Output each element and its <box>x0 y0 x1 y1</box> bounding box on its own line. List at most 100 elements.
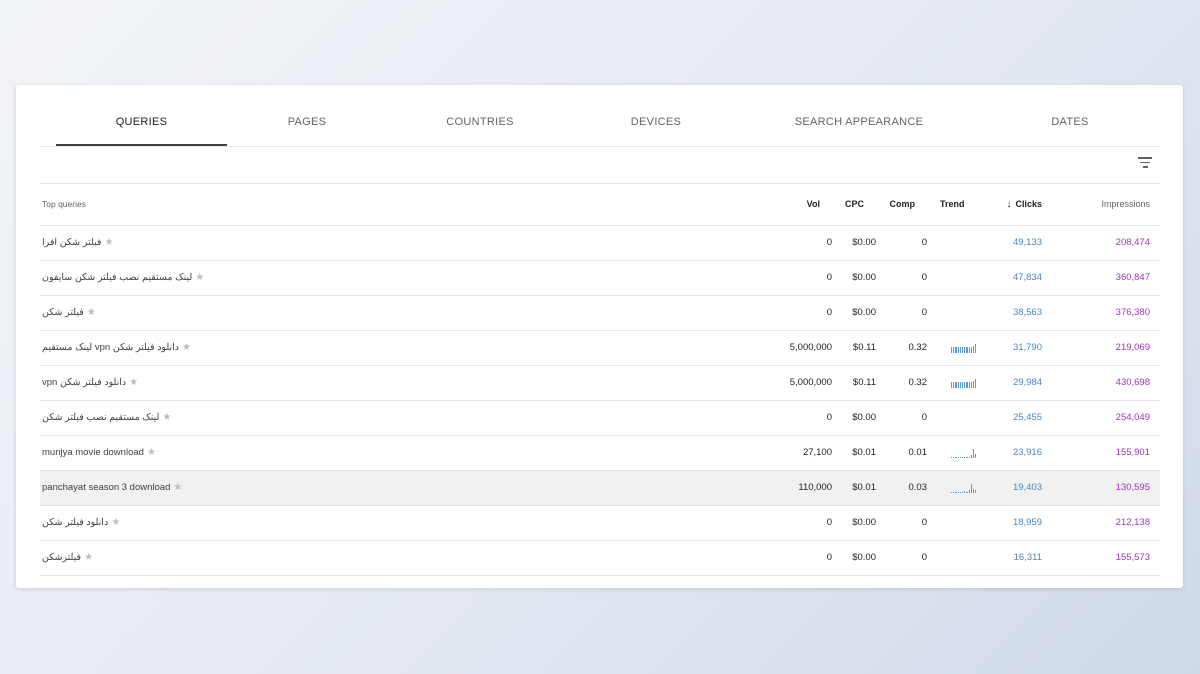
comp-cell: 0.32 <box>908 377 928 388</box>
tab-countries[interactable]: COUNTRIES <box>412 85 548 145</box>
trend-bar <box>975 454 977 458</box>
table-row[interactable]: vpn دانلود فیلتر شکن ★ 5,000,000 $0.11 0.32 2… <box>40 366 1160 401</box>
query-cell[interactable]: فیلتر شکن افرا ★ <box>42 226 113 260</box>
star-icon[interactable]: ★ <box>84 552 93 563</box>
query-cell[interactable]: دانلود فیلتر شکن ★ <box>42 506 120 540</box>
trend-bar <box>961 492 964 493</box>
trend-bar <box>955 492 957 493</box>
table-row[interactable]: فیلتر شکن افرا ★ 0 $0.00 0 49,133 208,474 <box>40 226 1160 261</box>
star-icon[interactable]: ★ <box>129 377 138 388</box>
queries-table: Top queries Vol CPC Comp Trend ↓ Clicks I… <box>40 184 1160 576</box>
header-trend: Trend <box>940 199 965 209</box>
query-cell[interactable]: لینک مستقیم نصب فیلتر شکن ★ <box>42 401 171 435</box>
clicks-cell: 29,984 <box>1012 377 1042 388</box>
query-cell[interactable]: panchayat season 3 download ★ <box>42 471 182 505</box>
dimension-tabs: QUERIES PAGES COUNTRIES DEVICES SEARCH A… <box>40 85 1160 147</box>
trend-bar <box>968 347 970 353</box>
query-cell[interactable]: لینک مستقیم نصب فیلتر شکن سایفون ★ <box>42 261 204 295</box>
trend-bar <box>961 382 964 388</box>
tab-queries[interactable]: QUERIES <box>56 85 227 146</box>
trend-sparkline <box>951 519 979 528</box>
query-cell[interactable]: munjya movie download ★ <box>42 436 156 470</box>
clicks-cell: 19,403 <box>1012 482 1042 493</box>
trend-sparkline <box>951 379 979 388</box>
query-cell[interactable]: vpn دانلود فیلتر شکن ★ <box>42 366 138 400</box>
trend-sparkline <box>951 554 979 563</box>
cpc-cell: $0.00 <box>852 307 876 318</box>
header-comp[interactable]: Comp <box>890 184 916 225</box>
vol-cell: 0 <box>826 552 832 563</box>
table-body: فیلتر شکن افرا ★ 0 $0.00 0 49,133 208,474 لینک … <box>40 226 1160 576</box>
trend-sparkline <box>951 449 979 458</box>
trend-bar <box>966 347 968 353</box>
tab-pages[interactable]: PAGES <box>240 85 374 145</box>
header-clicks-label: Clicks <box>1015 199 1042 209</box>
clicks-cell: 16,311 <box>1013 552 1042 563</box>
trend-bar <box>964 457 966 458</box>
star-icon[interactable]: ★ <box>162 412 171 423</box>
query-cell[interactable]: لینک مستقیم vpn دانلود فیلتر شکن ★ <box>42 331 191 365</box>
filter-bar <box>40 147 1160 184</box>
trend-sparkline <box>951 484 979 493</box>
impressions-cell: 360,847 <box>1115 272 1150 283</box>
trend-bar <box>972 346 975 353</box>
impressions-cell: 430,698 <box>1115 377 1150 388</box>
comp-cell: 0.32 <box>908 342 928 353</box>
query-cell[interactable]: فیلترشکن ★ <box>42 541 93 575</box>
table-row[interactable]: لینک مستقیم vpn دانلود فیلتر شکن ★ 5,000,0… <box>40 331 1160 366</box>
table-row[interactable]: فیلترشکن ★ 0 $0.00 0 16,311 155,573 <box>40 541 1160 576</box>
table-row[interactable]: لینک مستقیم نصب فیلتر شکن ★ 0 $0.00 0 25,455 2… <box>40 401 1160 436</box>
impressions-cell: 155,573 <box>1115 552 1150 563</box>
vol-cell: 110,000 <box>798 482 832 493</box>
table-row[interactable]: دانلود فیلتر شکن ★ 0 $0.00 0 18,959 212,138 <box>40 506 1160 541</box>
impressions-cell: 219,069 <box>1115 342 1150 353</box>
trend-bar <box>951 347 953 353</box>
table-row[interactable]: فیلتر شکن ★ 0 $0.00 0 38,563 376,380 <box>40 296 1160 331</box>
table-row[interactable]: لینک مستقیم نصب فیلتر شکن سایفون ★ 0 $0.00 0… <box>40 261 1160 296</box>
tab-search-appearance[interactable]: SEARCH APPEARANCE <box>780 85 938 145</box>
impressions-cell: 130,595 <box>1115 482 1150 493</box>
header-impressions[interactable]: Impressions <box>1101 184 1150 225</box>
filter-list-icon[interactable] <box>1138 157 1152 169</box>
trend-bar <box>959 457 961 458</box>
trend-sparkline <box>951 274 979 283</box>
query-cell[interactable]: فیلتر شکن ★ <box>42 296 96 330</box>
impressions-cell: 208,474 <box>1115 237 1150 248</box>
trend-bar <box>966 492 968 493</box>
trend-sparkline <box>951 414 979 423</box>
table-header: Top queries Vol CPC Comp Trend ↓ Clicks I… <box>40 184 1160 226</box>
vol-cell: 5,000,000 <box>789 377 832 388</box>
star-icon[interactable]: ★ <box>195 272 204 283</box>
vol-cell: 0 <box>826 237 832 248</box>
trend-bar <box>968 382 970 388</box>
header-clicks[interactable]: ↓ Clicks <box>1006 184 1042 225</box>
cpc-cell: $0.11 <box>852 342 876 353</box>
vol-cell: 0 <box>826 272 832 283</box>
star-icon[interactable]: ★ <box>111 517 120 528</box>
trend-bar <box>964 382 966 388</box>
clicks-cell: 25,455 <box>1012 412 1042 423</box>
trend-bar <box>951 492 953 493</box>
trend-bar <box>964 491 966 493</box>
star-icon[interactable]: ★ <box>87 307 96 318</box>
tab-dates[interactable]: DATES <box>1020 85 1120 145</box>
trend-bar <box>955 347 957 353</box>
cpc-cell: $0.00 <box>852 272 876 283</box>
query-text: فیلتر شکن افرا <box>42 237 102 248</box>
trend-bar <box>951 382 953 388</box>
star-icon[interactable]: ★ <box>182 342 191 353</box>
header-cpc[interactable]: CPC <box>845 184 864 225</box>
comp-cell: 0 <box>921 307 927 318</box>
tab-devices[interactable]: DEVICES <box>596 85 716 145</box>
vol-cell: 27,100 <box>802 447 832 458</box>
header-vol[interactable]: Vol <box>807 184 820 225</box>
table-row[interactable]: panchayat season 3 download ★ 110,000 $0.01… <box>40 471 1160 506</box>
clicks-cell: 49,133 <box>1012 237 1042 248</box>
star-icon[interactable]: ★ <box>173 482 182 493</box>
star-icon[interactable]: ★ <box>104 237 113 248</box>
trend-bar <box>953 382 955 388</box>
trend-sparkline <box>951 309 979 318</box>
vol-cell: 0 <box>826 517 832 528</box>
table-row[interactable]: munjya movie download ★ 27,100 $0.01 0.01 23,… <box>40 436 1160 471</box>
star-icon[interactable]: ★ <box>147 447 156 458</box>
